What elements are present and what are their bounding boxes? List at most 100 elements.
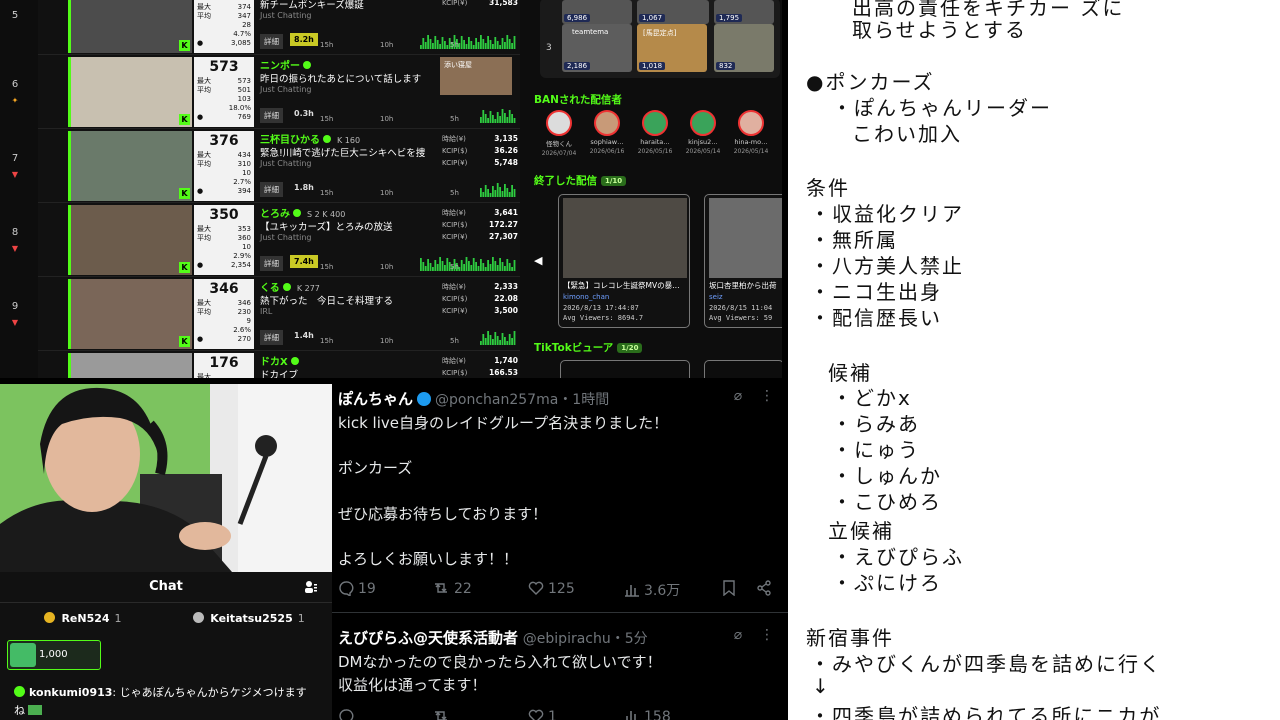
grid-tile[interactable]: teamtema 2,186 (562, 24, 632, 72)
grid-tile[interactable]: [馬昆定点] 1,018 (637, 24, 707, 72)
earn-label: KCIP(¥) (442, 307, 468, 315)
retweet-button[interactable]: 22 (432, 580, 472, 597)
heart-icon (528, 709, 544, 720)
stream-thumbnail[interactable]: K (68, 353, 192, 378)
ranking-row[interactable]: 7 ▼ K 376 最大 434 平均 310 10 2.7% ● 394 三杯目ひかる… (12, 129, 520, 203)
views-button[interactable]: 158 (624, 708, 671, 720)
max-label: 最大 (197, 225, 211, 233)
earn-label: 時給(¥) (442, 209, 466, 217)
ranking-row[interactable]: 5 K 最大 374 平均 347 28 4.7% ● 3,085 新チームポンキーズ… (12, 0, 520, 55)
tweet-handle[interactable]: @ebipirachu (523, 631, 611, 647)
banned-name: 怪物くん (546, 140, 572, 148)
detail-button[interactable]: 詳細 (260, 330, 283, 345)
viewer-sparkline: 15h 10h 5h (320, 257, 516, 271)
chat-username[interactable]: konkumi0913 (29, 686, 112, 699)
earn-label: KCIP(¥) (442, 233, 468, 241)
tweet-author[interactable]: ぽんちゃん (338, 390, 413, 408)
grid-tile[interactable]: 6,986 (562, 0, 632, 24)
note-line: ・しゅんか (832, 464, 942, 488)
notes-panel: 出高の責任をキチカー ズに 取らせようとする ●ポンカーズ ・ぽんちゃんリーダー こわい… (788, 0, 1280, 720)
tweet-tools: ⌀ ⋮ (734, 627, 774, 643)
stream-thumbnail[interactable]: K (68, 131, 192, 201)
users-icon[interactable] (304, 580, 318, 594)
more-icon[interactable]: ⋮ (760, 388, 774, 404)
reply-button[interactable] (338, 708, 358, 720)
tiktok-card[interactable] (704, 360, 782, 378)
retweet-button[interactable] (432, 708, 454, 720)
detail-button[interactable]: 詳細 (260, 256, 283, 271)
ranking-row[interactable]: 6 ✦ K 573 最大 573 平均 501 103 18.0% ● 769 ニンポー… (12, 55, 520, 129)
stream-info: ニンポー 昨日の振られたあとについて話します Just Chatting 詳細 … (260, 57, 518, 127)
more-icon[interactable]: ⋮ (760, 627, 774, 643)
max-value: 346 (237, 299, 251, 307)
bookmark-button[interactable] (722, 580, 740, 597)
grid-tile[interactable]: 1,795 (714, 0, 774, 24)
banned-avatar (690, 110, 716, 136)
svg-text:5h: 5h (450, 337, 459, 345)
pct-value: 2.6% (233, 326, 251, 334)
top-gifter[interactable]: Keitatsu2525 1 (166, 612, 332, 625)
ranking-row[interactable]: 8 ▼ K 350 最大 353 平均 360 10 2.9% ● 2,354 とろみ S… (12, 203, 520, 277)
tweet-line (338, 480, 782, 503)
rank-number: 6 ✦ (0, 55, 30, 129)
tweet-handle[interactable]: @ponchan257ma (435, 392, 558, 408)
pinned-gift[interactable]: 1,000 (7, 640, 101, 670)
banned-streamer[interactable]: hina-mo… 2026/05/14 (728, 110, 774, 155)
earn-value: 22.08 (494, 294, 518, 303)
svg-text:10h: 10h (380, 263, 393, 271)
tweet-line: kick live自身のレイドグループ名決まりました！ (338, 414, 669, 432)
banned-streamer[interactable]: sophiaw… 2026/06/16 (584, 110, 630, 155)
ranking-row[interactable]: 9 ▼ K 346 最大 346 平均 230 9 2.6% ● 270 くる K 277… (12, 277, 520, 351)
stream-title: ドカイブ (260, 370, 299, 378)
stream-thumbnail[interactable]: K (68, 0, 192, 53)
grid-tile[interactable]: 832 (714, 24, 774, 72)
banned-streamer[interactable]: 怪物くん 2026/07/04 (536, 110, 582, 157)
earn-value: 1,740 (494, 356, 518, 365)
ranking-panel: 5 K 最大 374 平均 347 28 4.7% ● 3,085 新チームポンキーズ… (0, 0, 530, 378)
banned-streamer[interactable]: kinjsu2… 2026/05/14 (680, 110, 726, 155)
detail-button[interactable]: 詳細 (260, 182, 283, 197)
tiktok-card[interactable] (560, 360, 690, 378)
chat-text-cont: ね (14, 704, 25, 717)
detail-button[interactable]: 詳細 (260, 108, 283, 123)
grok-icon[interactable]: ⌀ (734, 388, 742, 404)
grid-tile[interactable]: 1,067 (637, 0, 709, 24)
views-button[interactable]: 3.6万 (624, 580, 680, 600)
reply-button[interactable]: 19 (338, 580, 376, 598)
pct-value: 4.7% (233, 30, 251, 38)
grok-icon[interactable]: ⌀ (734, 627, 742, 643)
stream-thumbnail[interactable]: K (68, 205, 192, 275)
like-button[interactable]: 1 (528, 708, 557, 720)
rank-number: 5 (0, 0, 30, 55)
ended-channel[interactable]: kimono_chan (563, 293, 609, 301)
tweet[interactable]: ぽんちゃん @ponchan257ma・1時間 ⌀ ⋮ kick live自身のレ… (338, 388, 782, 571)
stream-thumbnail[interactable]: K (68, 57, 192, 127)
side-thumbnail[interactable]: 添い寝屋 (440, 57, 512, 95)
avg-label: 平均 (197, 86, 211, 94)
ended-stream-card[interactable]: 坂口杏里柏から出荷 seiz 2026/8/15 11:04 Avg Viewer… (704, 194, 782, 328)
ranking-row[interactable]: K 176 最大 平均 ● ドカX ドカイブ 詳細 15h10h5h 時 (38, 351, 520, 378)
note-line: ・ぽんちゃんリーダー (832, 96, 1052, 120)
grid-count: 832 (716, 62, 736, 70)
prev-arrow-icon[interactable]: ◀ (534, 254, 542, 267)
like-button[interactable]: 125 (528, 580, 575, 597)
detail-button[interactable]: 詳細 (260, 34, 283, 49)
avg-label: 平均 (197, 12, 211, 20)
ended-channel[interactable]: seiz (709, 293, 723, 301)
tweet-line: 収益化は通ってます！ (338, 675, 487, 694)
share-button[interactable] (756, 580, 776, 597)
note-line: 立候補 (828, 519, 894, 543)
earnings: 時給(¥) 2,333 KCIP($) 22.08 KCIP(¥) 3,500 (442, 281, 518, 317)
max-label: 最大 (197, 299, 211, 307)
banned-streamer[interactable]: haraita… 2026/05/16 (632, 110, 678, 155)
tweet-author[interactable]: えびぴらふ@天使系活動者 (338, 629, 518, 647)
tweet[interactable]: えびぴらふ@天使系活動者 @ebipirachu・5分 ⌀ ⋮ DMなかったので… (338, 627, 782, 696)
kick-icon: K (179, 262, 190, 273)
stream-title: 昨日の振られたあとについて話します (260, 74, 422, 85)
note-line: 条件 (806, 176, 850, 200)
verified-icon (323, 135, 331, 143)
stream-thumbnail[interactable]: K (68, 279, 192, 349)
note-line: ・こひめろ (832, 490, 942, 514)
top-gifter[interactable]: ReN524 1 (0, 612, 166, 625)
ended-stream-card[interactable]: 【緊急】コレコレ生誕祭MVの暴… kimono_chan 2026/8/13 1… (558, 194, 690, 328)
